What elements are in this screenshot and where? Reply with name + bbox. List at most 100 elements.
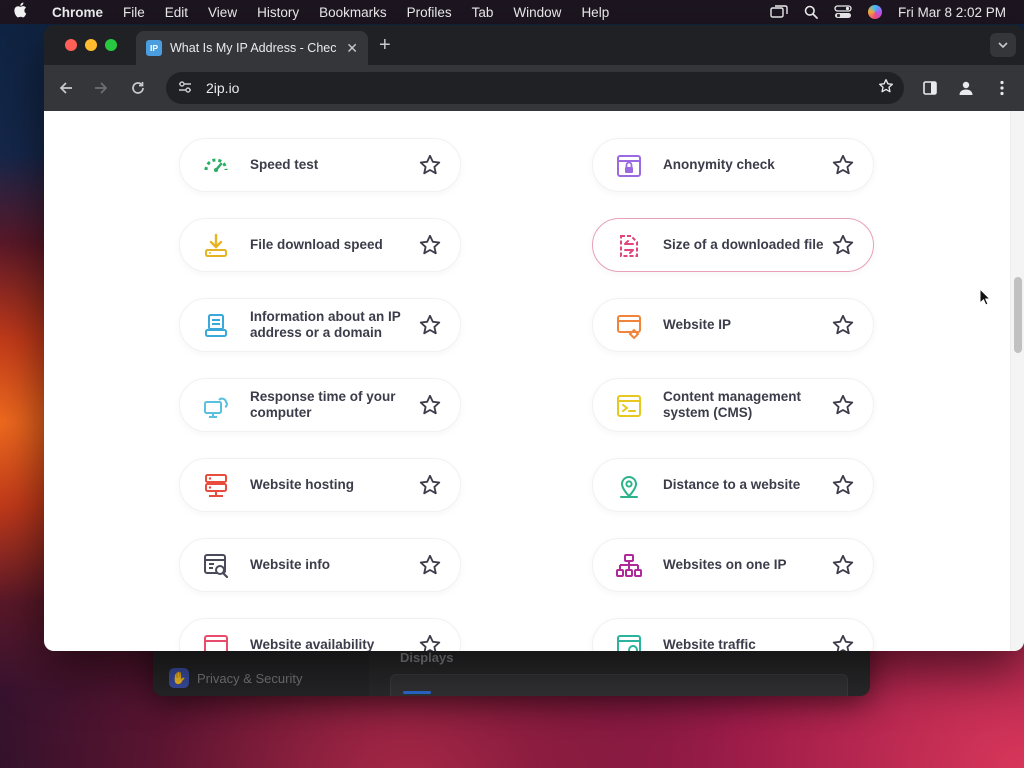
- download-icon: [205, 233, 227, 257]
- address-bar[interactable]: 2ip.io: [166, 72, 904, 104]
- settings-section-title: Displays: [400, 650, 454, 665]
- speedometer-icon: [204, 158, 228, 172]
- tool-card[interactable]: File download speed: [179, 218, 461, 272]
- hand-icon: ✋: [169, 668, 189, 688]
- map-pin-icon: [620, 476, 638, 498]
- mouse-cursor-icon: [979, 288, 991, 306]
- tool-card-label: Website hosting: [250, 477, 355, 492]
- side-panel-icon[interactable]: [919, 77, 941, 99]
- favorite-star-icon[interactable]: [831, 633, 855, 651]
- spotlight-search-icon[interactable]: [802, 4, 820, 20]
- server-icon: [205, 474, 227, 497]
- tool-card-label: Distance to a website: [663, 477, 801, 492]
- favorite-star-icon[interactable]: [418, 153, 442, 177]
- minimize-window-button[interactable]: [85, 39, 97, 51]
- panel-tab-indicator: [403, 691, 431, 694]
- tool-card[interactable]: Size of a downloaded file: [592, 218, 874, 272]
- computer-cloud-icon: [204, 397, 228, 418]
- site-info-icon[interactable]: [176, 80, 194, 96]
- siri-icon[interactable]: [866, 4, 884, 20]
- sitemap-icon: [616, 554, 642, 577]
- favorite-star-icon[interactable]: [418, 393, 442, 417]
- control-center-icon[interactable]: [834, 4, 852, 20]
- screen-mirroring-icon[interactable]: [770, 4, 788, 20]
- menu-app-chrome[interactable]: Chrome: [40, 5, 113, 20]
- tool-card[interactable]: Content management system (CMS): [592, 378, 874, 432]
- tool-card-label: Information about an IP address or a dom…: [250, 309, 401, 340]
- tool-card[interactable]: Information about an IP address or a dom…: [179, 298, 461, 352]
- tool-card-label: File download speed: [250, 237, 383, 252]
- chrome-window: IP What Is My IP Address - Chec ✕ + 2ip.…: [44, 25, 1024, 651]
- menu-history[interactable]: History: [247, 5, 309, 20]
- window-controls: [65, 39, 117, 51]
- menu-file[interactable]: File: [113, 5, 155, 20]
- tool-card[interactable]: Websites on one IP: [592, 538, 874, 592]
- favorite-star-icon[interactable]: [831, 393, 855, 417]
- menu-help[interactable]: Help: [571, 5, 619, 20]
- sidebar-item-label: Privacy & Security: [197, 670, 303, 686]
- menu-edit[interactable]: Edit: [155, 5, 198, 20]
- terminal-window-icon: [617, 395, 641, 417]
- tool-card-label: Website IP: [663, 317, 732, 332]
- tool-card[interactable]: Website hosting: [179, 458, 461, 512]
- settings-panel: [390, 674, 848, 696]
- website-link-icon: [617, 315, 641, 340]
- profile-avatar-icon[interactable]: [955, 77, 977, 99]
- tool-card[interactable]: Anonymity check: [592, 138, 874, 192]
- scrollbar-thumb[interactable]: [1014, 277, 1022, 353]
- menu-window[interactable]: Window: [503, 5, 571, 20]
- browser-toolbar: 2ip.io: [44, 65, 1024, 111]
- tool-card[interactable]: Website availability: [179, 618, 461, 651]
- site-favicon: IP: [146, 40, 162, 56]
- menu-bookmarks[interactable]: Bookmarks: [309, 5, 397, 20]
- favorite-star-icon[interactable]: [831, 553, 855, 577]
- favorite-star-icon[interactable]: [418, 473, 442, 497]
- bookmark-star-icon[interactable]: [878, 78, 894, 99]
- apple-menu-icon[interactable]: [0, 2, 40, 22]
- tool-card[interactable]: Website traffic: [592, 618, 874, 651]
- maximize-window-button[interactable]: [105, 39, 117, 51]
- close-tab-icon[interactable]: ✕: [346, 40, 358, 57]
- url-text[interactable]: 2ip.io: [206, 80, 866, 96]
- web-page-content: Speed test Anonymity check File download s…: [44, 111, 1024, 651]
- tool-card-label: Website info: [250, 557, 331, 572]
- tab-title: What Is My IP Address - Chec: [170, 41, 337, 55]
- favorite-star-icon[interactable]: [418, 313, 442, 337]
- window-chart-icon: [617, 635, 641, 651]
- new-tab-icon[interactable]: +: [379, 35, 391, 55]
- active-tab[interactable]: IP What Is My IP Address - Chec ✕: [136, 31, 368, 65]
- menu-bar-clock[interactable]: Fri Mar 8 2:02 PM: [898, 5, 1006, 20]
- tool-card[interactable]: Distance to a website: [592, 458, 874, 512]
- tool-card-label: Speed test: [250, 157, 319, 172]
- reload-icon[interactable]: [127, 77, 149, 99]
- tool-card[interactable]: Website info: [179, 538, 461, 592]
- tab-search-icon[interactable]: [990, 33, 1016, 57]
- menu-view[interactable]: View: [198, 5, 247, 20]
- menu-tab[interactable]: Tab: [462, 5, 504, 20]
- lock-window-icon: [617, 155, 641, 177]
- tool-card-label: Anonymity check: [663, 157, 775, 172]
- document-stack-icon: [205, 314, 227, 337]
- chrome-menu-icon[interactable]: [991, 77, 1013, 99]
- favorite-star-icon[interactable]: [831, 153, 855, 177]
- favorite-star-icon[interactable]: [831, 473, 855, 497]
- forward-icon[interactable]: [90, 77, 112, 99]
- tool-card[interactable]: Response time of your computer: [179, 378, 461, 432]
- favorite-star-icon[interactable]: [831, 233, 855, 257]
- tool-card[interactable]: Website IP: [592, 298, 874, 352]
- menu-profiles[interactable]: Profiles: [397, 5, 462, 20]
- sidebar-item-privacy-security[interactable]: ✋ Privacy & Security: [169, 668, 302, 688]
- tool-card-label: Content management system (CMS): [663, 389, 802, 420]
- favorite-star-icon[interactable]: [418, 633, 442, 651]
- close-window-button[interactable]: [65, 39, 77, 51]
- favorite-star-icon[interactable]: [418, 553, 442, 577]
- back-icon[interactable]: [55, 77, 77, 99]
- macos-menu-bar: Chrome File Edit View History Bookmarks …: [0, 0, 1024, 24]
- page-scrollbar[interactable]: [1010, 111, 1024, 651]
- tool-card[interactable]: Speed test: [179, 138, 461, 192]
- favorite-star-icon[interactable]: [418, 233, 442, 257]
- tool-card-label: Websites on one IP: [663, 557, 787, 572]
- tool-card-label: Website traffic: [663, 637, 756, 651]
- favorite-star-icon[interactable]: [831, 313, 855, 337]
- window-alert-icon: [204, 635, 228, 651]
